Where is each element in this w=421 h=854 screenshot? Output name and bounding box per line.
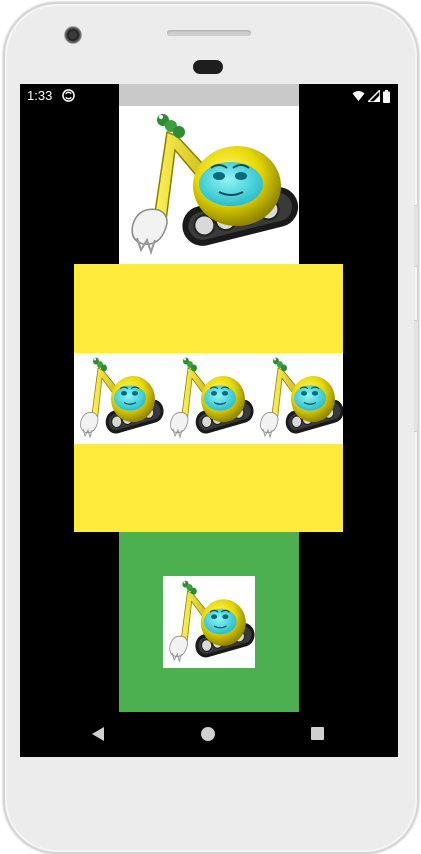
navigation-bar: [20, 712, 398, 757]
earpiece-speaker: [167, 30, 251, 36]
excavator-tile-1: [74, 353, 164, 444]
excavator-image-large[interactable]: [119, 106, 299, 264]
device-screen: 1:33: [20, 84, 398, 757]
front-camera: [64, 26, 82, 44]
yellow-panel: [74, 264, 343, 532]
home-icon[interactable]: [201, 727, 215, 741]
recents-icon[interactable]: [311, 727, 324, 740]
excavator-tile-2: [164, 353, 254, 444]
green-panel: [119, 532, 299, 712]
cell-signal-icon: [368, 90, 380, 102]
status-time: 1:33: [27, 88, 53, 103]
tiled-image-band[interactable]: [74, 353, 343, 444]
proximity-sensor: [193, 60, 223, 74]
power-button: [414, 205, 419, 267]
excavator-image: [119, 106, 299, 264]
wifi-icon: [352, 91, 365, 101]
excavator-image-small[interactable]: [163, 576, 255, 668]
excavator-tile-3: [254, 353, 343, 444]
excavator-image: [163, 576, 255, 668]
phone-frame: 1:33: [0, 0, 421, 854]
battery-icon: [383, 89, 390, 103]
volume-button: [414, 320, 419, 432]
status-icons: [352, 89, 390, 103]
sync-icon: [62, 89, 75, 102]
status-bar: 1:33: [20, 84, 398, 108]
back-icon[interactable]: [91, 726, 105, 742]
